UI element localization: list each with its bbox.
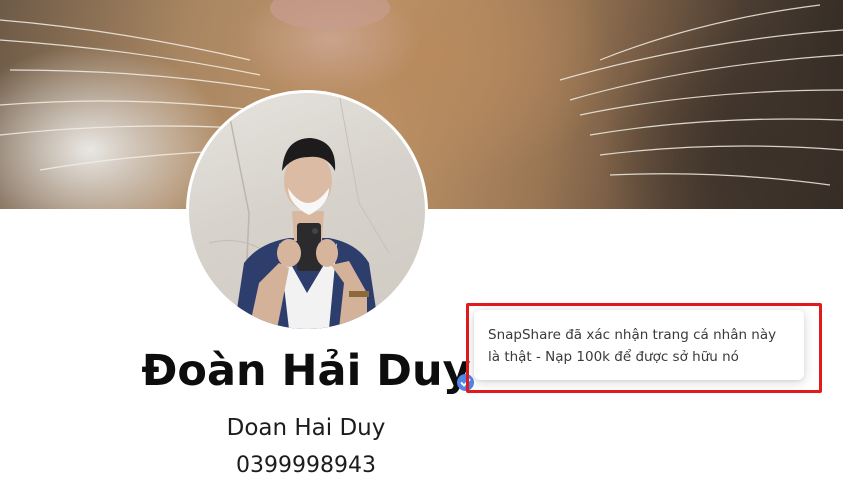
profile-alt-name: Doan Hai Duy: [226, 415, 386, 441]
profile-phone: 0399998943: [236, 453, 376, 478]
person-illustration: [208, 93, 390, 329]
avatar[interactable]: [186, 90, 428, 332]
avatar-photo: [189, 93, 425, 329]
verified-tooltip: SnapShare đã xác nhận trang cá nhân này …: [474, 310, 804, 380]
tooltip-message: SnapShare đã xác nhận trang cá nhân này …: [488, 327, 777, 365]
